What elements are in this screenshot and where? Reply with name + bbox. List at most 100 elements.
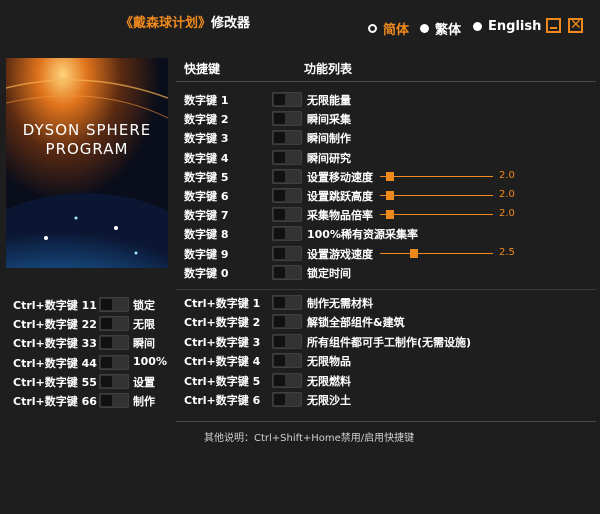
toggle-knob	[274, 170, 285, 182]
hotkey-label: Ctrl+数字键 66	[13, 395, 97, 408]
feature-toggle[interactable]	[272, 245, 302, 261]
hotkey-label: 数字键 6	[184, 190, 229, 203]
feature-toggle[interactable]	[99, 335, 129, 351]
slider-track	[380, 175, 493, 177]
language-option-simplified[interactable]: 简体	[368, 19, 409, 38]
feature-label: 100%	[133, 354, 167, 368]
radio-icon	[420, 24, 429, 33]
feature-toggle[interactable]	[272, 92, 302, 107]
feature-label: 解锁全部组件&建筑	[307, 316, 405, 330]
slider-track	[380, 195, 493, 196]
toggle-knob	[101, 299, 112, 310]
feature-toggle[interactable]	[99, 354, 129, 370]
radio-icon	[368, 24, 377, 33]
feature-label: 无限	[133, 318, 155, 332]
feature-toggle[interactable]	[272, 392, 302, 407]
minimize-icon[interactable]	[546, 18, 561, 33]
value-slider[interactable]: 2.0	[380, 167, 585, 186]
language-label: 繁体	[435, 23, 462, 38]
feature-toggle[interactable]	[272, 353, 302, 369]
feature-label: 无限燃料	[307, 374, 351, 388]
close-icon[interactable]: ✕	[568, 18, 583, 33]
feature-toggle[interactable]	[272, 295, 302, 310]
footer-divider	[176, 421, 596, 422]
hotkey-label: Ctrl+数字键 44	[13, 356, 97, 370]
feature-label: 无限能量	[307, 94, 351, 107]
toggle-knob	[274, 394, 285, 405]
language-label: 简体	[383, 23, 410, 38]
slider-thumb[interactable]	[410, 248, 418, 258]
feature-toggle[interactable]	[272, 188, 302, 203]
header-feature: 功能列表	[304, 62, 353, 76]
feature-toggle[interactable]	[99, 316, 129, 332]
value-slider[interactable]: 2.0	[380, 205, 585, 224]
language-option-traditional[interactable]: 繁体	[420, 19, 461, 38]
slider-thumb[interactable]	[386, 171, 394, 181]
feature-label: 瞬间制作	[307, 132, 351, 146]
hotkey-label: Ctrl+数字键 55	[13, 375, 97, 389]
feature-toggle[interactable]	[272, 372, 302, 388]
feature-toggle[interactable]	[99, 393, 129, 408]
feature-label: 瞬间	[133, 337, 155, 351]
feature-toggle[interactable]	[272, 226, 302, 242]
feature-label: 锁定	[133, 299, 155, 312]
feature-toggle[interactable]	[272, 207, 302, 223]
feature-toggle[interactable]	[272, 264, 302, 280]
feature-label: 设置游戏速度	[307, 247, 373, 261]
hotkey-label: Ctrl+数字键 6	[184, 394, 261, 407]
feature-toggle[interactable]	[99, 373, 129, 389]
title-bar: 《戴森球计划》修改器 简体 繁体 English ✕	[0, 0, 600, 50]
feature-label: 制作	[133, 395, 155, 408]
toggle-knob	[274, 247, 285, 259]
toggle-knob	[274, 113, 285, 125]
hotkey-label: Ctrl+数字键 22	[13, 318, 97, 332]
language-option-english[interactable]: English	[473, 19, 541, 34]
hotkey-label: 数字键 8	[184, 228, 229, 242]
value-slider[interactable]: 2.0	[380, 186, 585, 205]
feature-toggle[interactable]	[272, 111, 302, 127]
cover-title-line1: DYSON SPHERE	[23, 121, 151, 139]
feature-toggle[interactable]	[272, 168, 302, 184]
section-divider	[176, 289, 596, 290]
feature-label: 100%稀有资源采集率	[307, 228, 418, 242]
feature-toggle[interactable]	[272, 333, 302, 349]
toggle-knob	[274, 209, 285, 221]
app-title-game: 《戴森球计划》	[120, 16, 212, 31]
feature-label: 制作无需材料	[307, 297, 373, 310]
game-cover-image: DYSON SPHERE PROGRAM	[6, 58, 168, 268]
feature-toggle[interactable]	[99, 297, 129, 312]
hotkey-label: 数字键 7	[184, 209, 229, 223]
slider-thumb[interactable]	[386, 210, 394, 220]
slider-track	[380, 214, 493, 216]
toggle-knob	[101, 337, 112, 349]
feature-label: 所有组件都可手工制作(无需设施)	[307, 335, 472, 349]
hotkey-label: 数字键 9	[184, 247, 229, 261]
hotkey-label: Ctrl+数字键 1	[184, 297, 261, 310]
toggle-knob	[274, 297, 285, 308]
slider-value: 2.0	[499, 169, 515, 181]
header-divider	[176, 81, 596, 82]
feature-toggle[interactable]	[272, 130, 302, 146]
hotkey-label: 数字键 2	[184, 113, 229, 127]
feature-label: 锁定时间	[307, 266, 351, 280]
value-slider[interactable]: 2.5	[380, 244, 585, 263]
toggle-knob	[274, 316, 285, 328]
feature-label: 无限沙土	[307, 394, 351, 407]
toggle-knob	[101, 395, 112, 406]
hotkey-label: 数字键 3	[184, 132, 229, 146]
cover-title-line2: PROGRAM	[46, 140, 129, 158]
feature-label: 设置跳跃高度	[307, 190, 373, 203]
feature-label: 无限物品	[307, 355, 351, 369]
header-hotkey: 快捷键	[184, 62, 221, 76]
hotkey-label: Ctrl+数字键 4	[184, 355, 261, 369]
slider-track	[380, 252, 493, 254]
hotkey-label: 数字键 0	[184, 266, 229, 280]
toggle-knob	[274, 355, 285, 367]
feature-toggle[interactable]	[272, 149, 302, 165]
hotkey-label: Ctrl+数字键 2	[184, 316, 261, 330]
hotkey-label: Ctrl+数字键 3	[184, 335, 261, 349]
app-title-suffix: 修改器	[211, 16, 251, 31]
feature-toggle[interactable]	[272, 314, 302, 330]
slider-value: 2.0	[499, 208, 515, 220]
slider-thumb[interactable]	[386, 191, 394, 200]
